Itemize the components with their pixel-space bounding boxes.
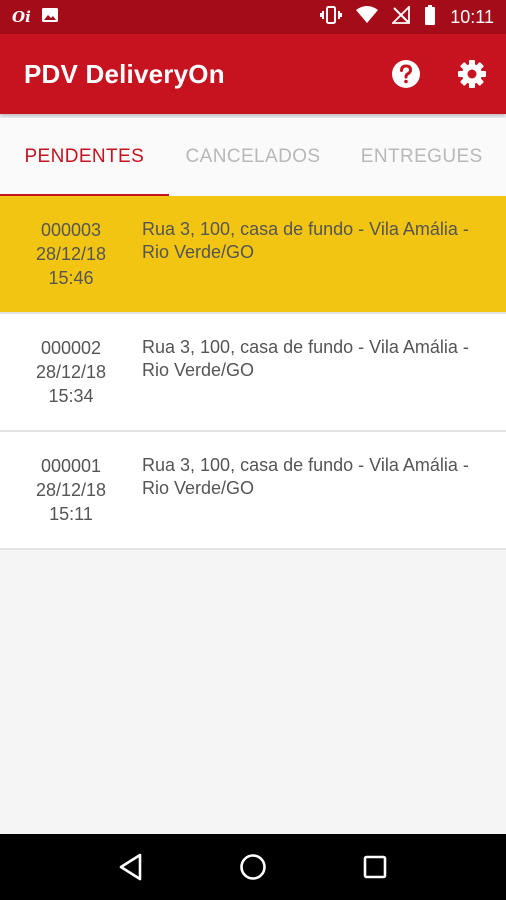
order-address: Rua 3, 100, casa de fundo - Vila Amália …: [142, 455, 469, 498]
order-time: 15:11: [49, 504, 93, 524]
order-address: Rua 3, 100, casa de fundo - Vila Amália …: [142, 337, 469, 380]
order-number: 000002: [40, 338, 102, 358]
order-row-000001[interactable]: 000001 28/12/18 15:11 Rua 3, 100, casa d…: [0, 432, 506, 550]
tab-cancelados[interactable]: CANCELADOS: [169, 118, 338, 196]
tab-entregues[interactable]: ENTREGUES: [337, 118, 506, 196]
home-icon[interactable]: [233, 847, 273, 887]
status-clock: 10:11: [450, 6, 494, 27]
no-signal-icon: [391, 4, 411, 29]
vibrate-icon: [320, 5, 343, 29]
order-time: 15:34: [48, 386, 94, 406]
app-title: PDV DeliveryOn: [24, 58, 225, 89]
order-date: 28/12/18: [35, 480, 107, 500]
battery-icon: [424, 4, 436, 30]
status-bar: Oi 10:11: [0, 0, 506, 34]
order-meta: 000001 28/12/18 15:11: [0, 432, 142, 548]
order-address: Rua 3, 100, casa de fundo - Vila Amália …: [142, 219, 469, 262]
system-nav-bar: [0, 834, 506, 900]
order-date: 28/12/18: [35, 244, 107, 264]
order-row-000003[interactable]: 000003 28/12/18 15:46 Rua 3, 100, casa d…: [0, 196, 506, 314]
app-bar: PDV DeliveryOn: [0, 34, 506, 114]
order-meta: 000003 28/12/18 15:46: [0, 196, 142, 312]
settings-icon[interactable]: [456, 58, 488, 90]
image-icon: [41, 7, 59, 28]
order-list: 000003 28/12/18 15:46 Rua 3, 100, casa d…: [0, 196, 506, 550]
carrier-label: Oi: [12, 8, 31, 26]
order-number: 000003: [40, 220, 102, 240]
order-number: 000001: [40, 456, 102, 476]
order-date: 28/12/18: [35, 362, 107, 382]
tab-bar: PENDENTES CANCELADOS ENTREGUES: [0, 118, 506, 197]
help-icon[interactable]: [390, 58, 422, 90]
order-row-000002[interactable]: 000002 28/12/18 15:34 Rua 3, 100, casa d…: [0, 314, 506, 432]
recents-icon[interactable]: [355, 847, 395, 887]
tab-pendentes[interactable]: PENDENTES: [0, 118, 169, 197]
order-meta: 000002 28/12/18 15:34: [0, 314, 142, 430]
back-icon[interactable]: [111, 847, 151, 887]
order-time: 15:46: [48, 268, 94, 288]
wifi-icon: [356, 5, 379, 29]
